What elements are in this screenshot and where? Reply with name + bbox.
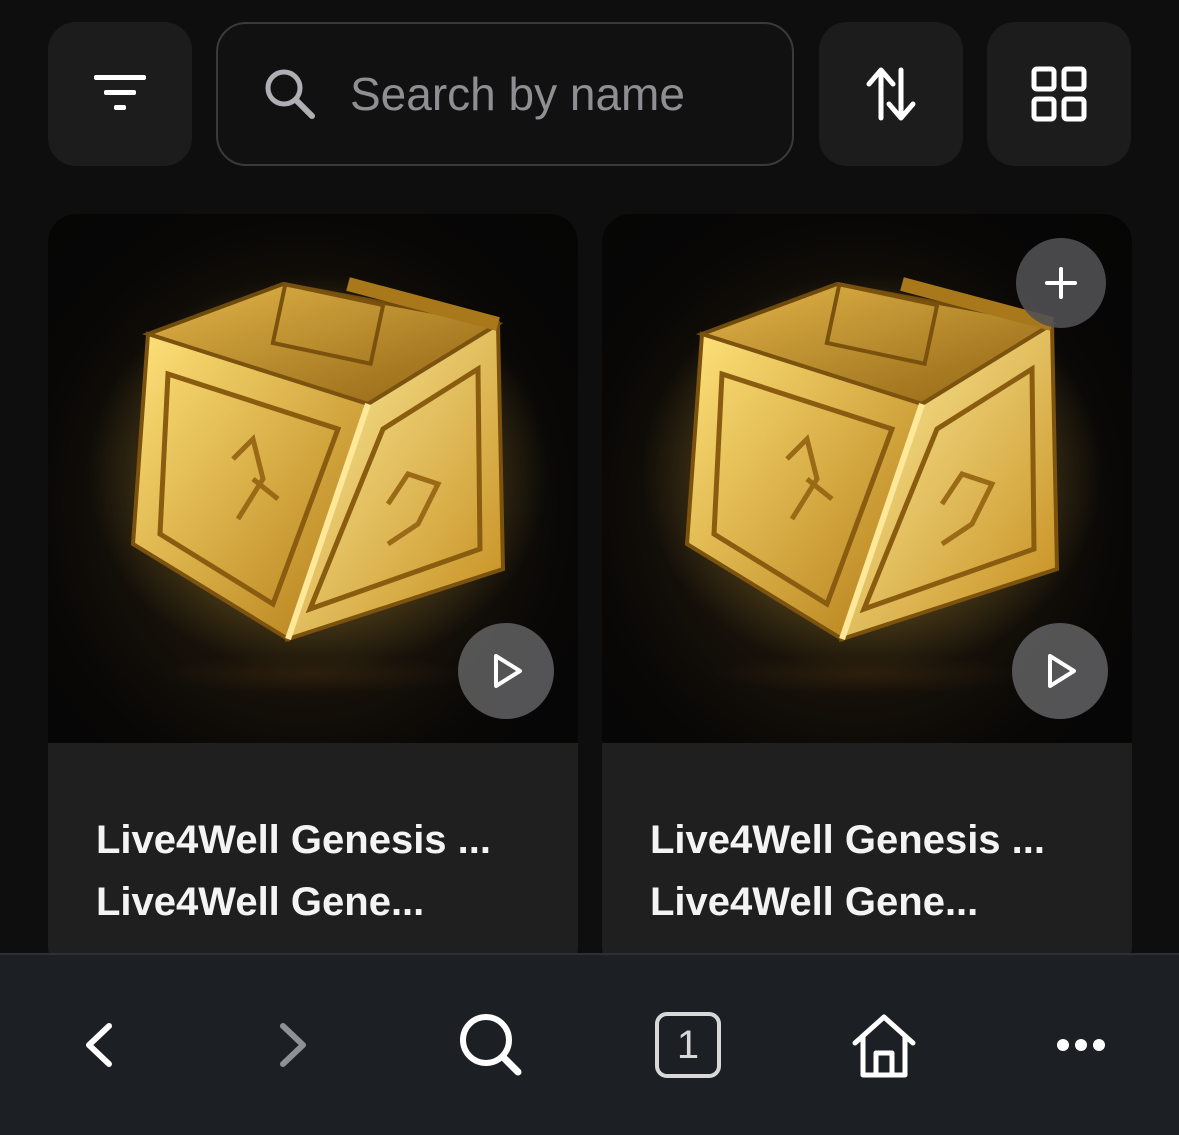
- play-button[interactable]: [458, 623, 554, 719]
- card-title: Live4Well Genesis ... Live4Well Gene...: [96, 809, 556, 933]
- play-icon: [494, 654, 522, 688]
- search-nav-button[interactable]: [436, 1000, 546, 1090]
- card-media[interactable]: [602, 214, 1132, 743]
- tab-count-badge: 1: [655, 1012, 721, 1078]
- nft-card[interactable]: Live4Well Genesis ... Live4Well Gene...: [48, 214, 578, 974]
- add-button[interactable]: [1016, 238, 1106, 328]
- more-icon: [1057, 1039, 1105, 1051]
- sort-button[interactable]: [819, 22, 963, 166]
- plus-icon: [1045, 267, 1077, 299]
- card-title-line2: Live4Well Gene...: [96, 880, 425, 924]
- card-title-line1: Live4Well Genesis ...: [96, 818, 491, 862]
- search-icon: [262, 64, 318, 124]
- card-title: Live4Well Genesis ... Live4Well Gene...: [650, 809, 1110, 933]
- chevron-left-icon: [86, 1023, 112, 1067]
- filter-icon: [94, 75, 146, 110]
- play-button[interactable]: [1012, 623, 1108, 719]
- browser-bottom-bar: [0, 953, 1179, 1135]
- home-button[interactable]: [829, 1000, 939, 1090]
- sort-arrows-icon: [866, 67, 916, 121]
- more-button[interactable]: [1026, 1000, 1136, 1090]
- back-button[interactable]: [44, 1000, 154, 1090]
- search-icon: [460, 1014, 522, 1076]
- chevron-right-icon: [280, 1023, 306, 1067]
- play-icon: [1048, 654, 1076, 688]
- search-box[interactable]: [216, 22, 950, 166]
- grid-view-icon: [1031, 66, 1087, 122]
- nft-card[interactable]: Live4Well Genesis ... Live4Well Gene...: [602, 214, 1132, 974]
- forward-button[interactable]: [238, 1000, 348, 1090]
- grid-view-button[interactable]: [987, 22, 1131, 166]
- card-title-line1: Live4Well Genesis ...: [650, 818, 1045, 862]
- home-icon: [852, 1014, 916, 1078]
- card-title-line2: Live4Well Gene...: [650, 880, 979, 924]
- tabs-button[interactable]: 1: [633, 1000, 743, 1090]
- filter-button[interactable]: [48, 22, 192, 166]
- card-media[interactable]: [48, 214, 578, 743]
